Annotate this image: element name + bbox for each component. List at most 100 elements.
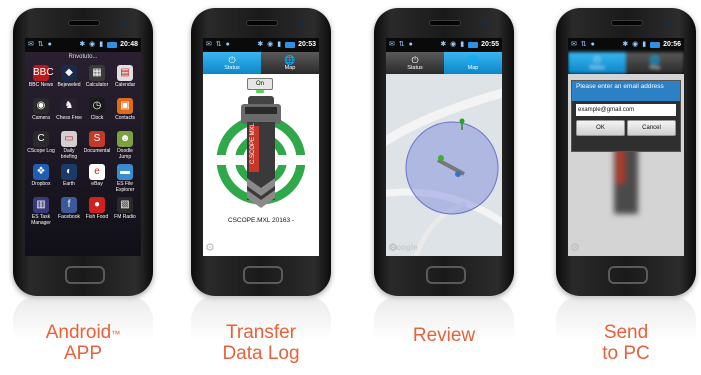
front-camera [299, 19, 305, 25]
fish-food-icon: ● [89, 197, 105, 213]
app-launcher[interactable]: ▤ Calendar [111, 65, 139, 94]
notification-icons: ✉ ⇅ ● [206, 41, 231, 48]
settings-gear-icon[interactable]: ⚙ [388, 241, 398, 254]
app-label: Doodle Jump [117, 148, 133, 160]
settings-gear-icon[interactable]: ⚙ [570, 241, 580, 254]
phone-status: ✉ ⇅ ● ✱ ◉ ▮ 20:53 ⏻ Status 🌐 Map On C.SC… [191, 8, 331, 340]
front-camera [664, 19, 670, 25]
notification-icons: ✉ ⇅ ● [571, 41, 596, 48]
app-grid: BBC BBC News ◆ Bejeweled ▦ Calculator ▤ Calenda… [25, 63, 141, 226]
status-bar: ✉ ⇅ ● ✱ ◉ ▮ 20:56 [568, 38, 684, 52]
app-launcher[interactable]: ▥ ES Task Manager [27, 197, 55, 226]
earth-icon: ◐ [61, 164, 77, 180]
app-launcher[interactable]: ◐ Earth [55, 164, 83, 193]
app-launcher[interactable]: ◆ Bejeweled [55, 65, 83, 94]
caption-line: Send [603, 322, 649, 343]
device-label: CSCOPE.MXL 20163 - [227, 217, 295, 224]
task-manager-icon: ▥ [33, 197, 49, 213]
front-camera [121, 19, 127, 25]
email-input[interactable]: example@gmail.com [576, 104, 676, 116]
tab-label: Map [284, 65, 296, 71]
caption-review: Review [374, 325, 514, 346]
app-launcher[interactable]: f Facebook [55, 197, 83, 226]
speaker-grille [611, 20, 643, 26]
app-launcher[interactable]: BBC BBC News [27, 65, 55, 94]
caption-line: Android [45, 322, 112, 343]
app-label: FM Radio [114, 214, 136, 220]
battery-icon [468, 42, 479, 48]
app-label: Fish Food [85, 214, 109, 220]
home-button[interactable] [243, 266, 283, 284]
app-launcher[interactable]: C CScope Log [27, 131, 55, 160]
ok-button[interactable]: OK [576, 120, 625, 136]
battery-icon [107, 42, 118, 48]
contacts-icon: ▣ [117, 98, 133, 114]
calculator-icon: ▦ [89, 65, 105, 81]
app-label: ES File Explorer [115, 181, 135, 193]
app-launcher[interactable]: ☻ Doodle Jump [111, 131, 139, 160]
map-canvas [386, 88, 502, 256]
doodle-jump-icon: ☻ [117, 131, 133, 147]
tab-status[interactable]: ⏻ Status [386, 52, 444, 74]
caption-line: Transfer [225, 322, 297, 343]
tab-bar: ⏻ Status 🌐 Map [203, 52, 319, 74]
device-brand-text: C.SCOPE MXL [250, 122, 256, 164]
device-marker-head [438, 155, 444, 161]
app-launcher[interactable]: ▦ Calculator [83, 65, 111, 94]
tab-status[interactable]: ⏻ Status [568, 52, 626, 74]
app-launcher[interactable]: ▣ Contacts [111, 98, 139, 127]
app-label: CScope Log [27, 148, 55, 154]
app-launcher[interactable]: ◉ Camera [27, 98, 55, 127]
phone-app-drawer: ✉ ⇅ ● ✱ ◉ ▮ 20:48 Rnvotuto... BBC BBC New… [13, 8, 153, 340]
clock-time: 20:56 [663, 41, 681, 48]
speaker-grille [68, 20, 100, 26]
documental-icon: S [89, 131, 105, 147]
tab-map[interactable]: 🌐 Map [626, 52, 684, 74]
app-launcher[interactable]: ◷ Clock [83, 98, 111, 127]
app-launcher[interactable]: ♞ Chess Free [55, 98, 83, 127]
facebook-icon: f [61, 197, 77, 213]
bbc-news-icon: BBC [33, 65, 54, 81]
on-button[interactable]: On [247, 78, 273, 90]
battery-icon [285, 42, 296, 48]
app-launcher[interactable]: ❖ Dropbox [27, 164, 55, 193]
app-launcher[interactable]: ▬ ES File Explorer [111, 164, 139, 193]
cscope-icon: C [33, 131, 49, 147]
home-button[interactable] [608, 266, 648, 284]
clock-icon: ◷ [89, 98, 105, 114]
tab-label: Status [224, 65, 240, 71]
notification-icons: ✉ ⇅ ● [389, 41, 414, 48]
ebay-icon: e [89, 164, 105, 180]
app-launcher[interactable]: ▧ FM Radio [111, 197, 139, 226]
status-bar: ✉ ⇅ ● ✱ ◉ ▮ 20:55 [386, 38, 502, 52]
app-launcher[interactable]: ● Fish Food [83, 197, 111, 226]
device-display [245, 107, 277, 114]
front-camera [482, 19, 488, 25]
app-launcher[interactable]: e eBay [83, 164, 111, 193]
app-label: Facebook [58, 214, 80, 220]
location-dot [455, 171, 461, 177]
location-pin [459, 118, 465, 124]
signal-icons: ✱ ◉ ▮ [257, 41, 283, 48]
tab-map[interactable]: 🌐 Map [444, 52, 502, 74]
calendar-icon: ▤ [117, 65, 133, 81]
app-launcher[interactable]: ▭ Daily briefing [55, 131, 83, 160]
folder-icon: ▬ [117, 164, 133, 180]
caption-transfer-data-log: Transfer Data Log [191, 322, 331, 364]
tab-bar: ⏻ Status 🌐 Map [386, 52, 502, 74]
app-label: Dropbox [31, 181, 51, 187]
map-view[interactable]: Google ⚙ [386, 74, 502, 256]
home-button[interactable] [65, 266, 105, 284]
phone-map: ✉ ⇅ ● ✱ ◉ ▮ 20:55 ⏻ Status 🌐 Map Google … [374, 8, 514, 340]
tab-map[interactable]: 🌐 Map [261, 52, 319, 74]
settings-gear-icon[interactable]: ⚙ [205, 241, 215, 254]
tab-status[interactable]: ⏻ Status [203, 52, 261, 74]
cancel-button[interactable]: Cancel [627, 120, 676, 136]
app-launcher[interactable]: S Documental [83, 131, 111, 160]
chess-icon: ♞ [61, 98, 77, 114]
dropbox-icon: ❖ [33, 164, 49, 180]
app-label: Clock [90, 115, 104, 121]
gem-icon: ◆ [61, 65, 77, 81]
app-label: Camera [32, 115, 50, 121]
home-button[interactable] [426, 266, 466, 284]
